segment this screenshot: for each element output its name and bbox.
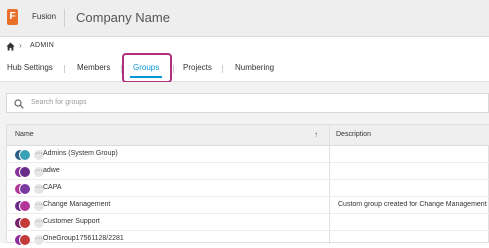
member-avatars: ··· [14,166,45,178]
member-avatars: ··· [14,149,45,161]
member-avatars: ··· [14,217,45,229]
tab-members[interactable]: Members [77,63,110,72]
member-avatars: ··· [14,183,45,195]
table-row[interactable]: ··· CAPA [7,180,489,197]
app-name: Fusion [32,12,57,21]
fusion-logo-icon: F [7,9,18,25]
tab-projects[interactable]: Projects [183,63,212,72]
group-name: OneGroup17561128/2281 [43,235,124,242]
column-header-description[interactable]: Description [336,131,371,138]
group-name: adwe [43,167,60,174]
search-input[interactable]: Search for groups [31,99,87,106]
avatar [19,183,31,195]
tab-divider [222,65,223,73]
table-row[interactable]: ··· adwe [7,163,489,180]
avatar [19,166,31,178]
group-name: Change Management [43,201,111,208]
table-header: Name ↑ Description [7,125,489,146]
avatar [19,234,31,246]
header-divider [64,9,65,27]
avatar [19,200,31,212]
member-avatars: ··· [14,234,45,246]
table-row[interactable]: ··· Admins (System Group) [7,146,489,163]
table-row[interactable]: ··· Customer Support [7,214,489,231]
search-icon [14,99,24,109]
company-name: Company Name [76,10,170,25]
table-row[interactable]: ··· Change Management Custom group creat… [7,197,489,214]
group-name: Admins (System Group) [43,150,118,157]
group-name: Customer Support [43,218,100,225]
breadcrumb-admin[interactable]: ADMIN [30,42,54,49]
home-icon[interactable] [6,42,15,51]
group-name: CAPA [43,184,62,191]
member-avatars: ··· [14,200,45,212]
tab-bar: Hub Settings Members Groups Projects Num… [0,56,489,82]
breadcrumb: › ADMIN [0,37,489,56]
column-header-name[interactable]: Name [15,131,34,138]
breadcrumb-chevron-icon: › [19,41,22,50]
tab-divider [173,65,174,73]
groups-table: Name ↑ Description ··· Admins (System Gr… [6,124,489,246]
groups-tab-highlight [122,53,172,83]
top-bar: F Fusion Company Name [0,0,489,37]
avatar [19,149,31,161]
search-field[interactable]: Search for groups [6,93,489,113]
tab-numbering[interactable]: Numbering [235,63,274,72]
avatar [19,217,31,229]
arrow-up-icon[interactable]: ↑ [314,130,318,139]
group-description: Custom group created for Change Manageme… [338,201,487,208]
tab-hub-settings[interactable]: Hub Settings [7,63,53,72]
table-row[interactable]: ··· OneGroup17561128/2281 [7,231,489,248]
tab-divider [64,65,65,73]
